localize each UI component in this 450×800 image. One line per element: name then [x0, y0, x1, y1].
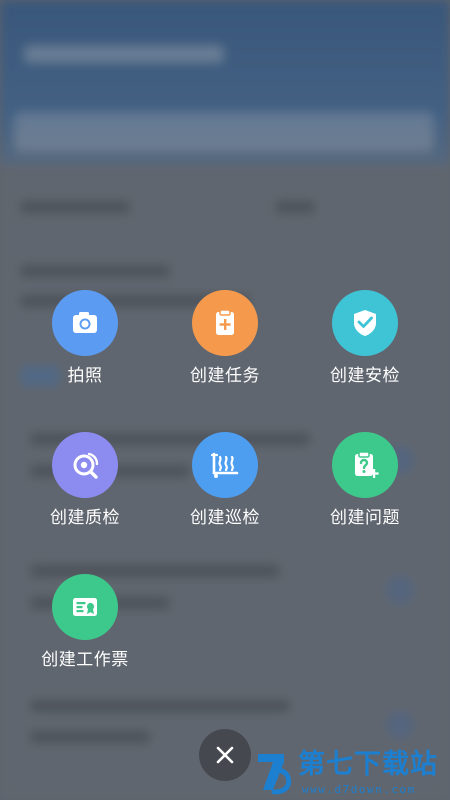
create-safety-check-icon-circle: [332, 290, 398, 356]
create-work-ticket-icon-circle: [52, 574, 118, 640]
camera-icon: [73, 312, 97, 333]
watermark-url: www.d7down.com: [302, 783, 416, 796]
create-safety-check-button[interactable]: 创建安检: [295, 290, 435, 400]
take-photo-icon-circle: [52, 290, 118, 356]
create-patrol-button[interactable]: 创建巡检: [155, 432, 295, 542]
task-clipboard-icon: [216, 309, 234, 335]
close-icon: [216, 746, 234, 764]
watermark-title: 第七下载站: [298, 749, 438, 780]
create-safety-check-label: 创建安检: [330, 366, 400, 386]
create-work-ticket-button[interactable]: 创建工作票: [15, 574, 155, 684]
action-grid: 拍照 创建任务 创建安检 创建质检 创建巡检 创建问题 创建工作票: [0, 290, 450, 680]
question-clipboard-icon: [355, 451, 379, 478]
shield-check-icon: [354, 310, 376, 336]
watermark: 第七下载站 www.d7down.com: [254, 748, 446, 798]
create-quality-check-label: 创建质检: [50, 508, 120, 528]
create-task-icon-circle: [192, 290, 258, 356]
take-photo-label: 拍照: [67, 366, 103, 386]
create-issue-label: 创建问题: [330, 508, 400, 528]
create-quality-check-icon-circle: [52, 432, 118, 498]
create-patrol-icon-circle: [192, 432, 258, 498]
create-quality-check-button[interactable]: 创建质检: [15, 432, 155, 542]
take-photo-button[interactable]: 拍照: [15, 290, 155, 400]
create-task-button[interactable]: 创建任务: [155, 290, 295, 400]
d7-logo-icon: [258, 754, 292, 795]
create-issue-button[interactable]: 创建问题: [295, 432, 435, 542]
close-button[interactable]: [199, 729, 251, 781]
create-work-ticket-label: 创建工作票: [41, 650, 129, 670]
create-task-label: 创建任务: [190, 366, 260, 386]
patrol-icon: [210, 452, 239, 478]
create-patrol-label: 创建巡检: [190, 508, 260, 528]
work-ticket-icon: [73, 598, 97, 616]
quality-magnifier-icon: [73, 452, 99, 479]
create-issue-icon-circle: [332, 432, 398, 498]
